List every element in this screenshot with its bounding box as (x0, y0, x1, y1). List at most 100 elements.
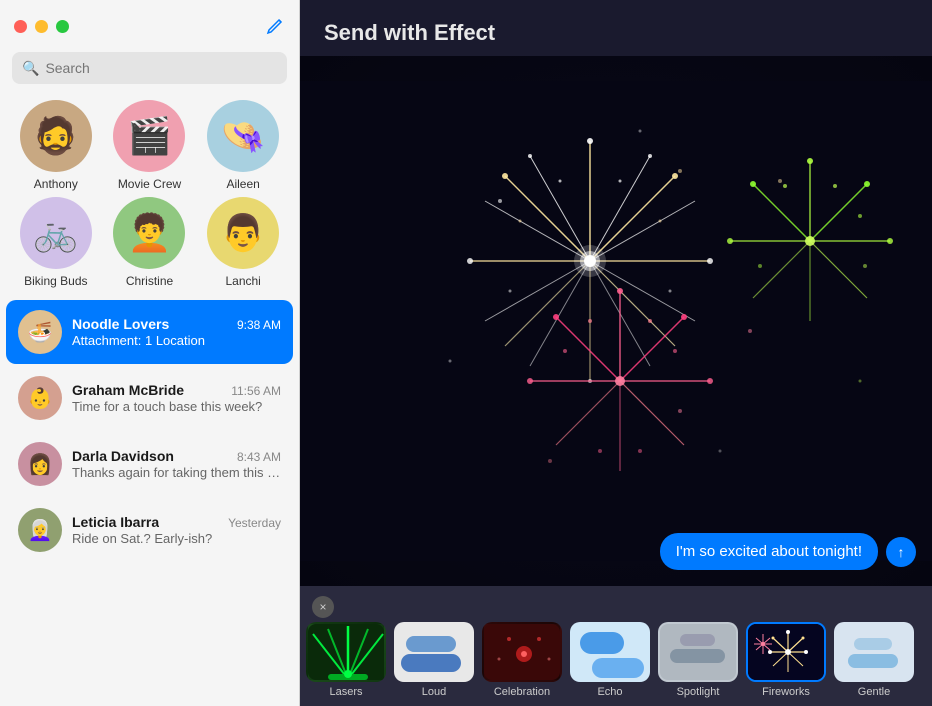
conv-header-noodle: Noodle Lovers 9:38 AM (72, 316, 281, 332)
effect-label-lasers: Lasers (329, 686, 362, 698)
effect-label-loud: Loud (422, 686, 446, 698)
pinned-contact-anthony[interactable]: 🧔 Anthony (12, 100, 100, 191)
avatar-christine: 🧑‍🦱 (113, 197, 185, 269)
effect-celebration[interactable]: Celebration (482, 622, 562, 698)
minimize-button[interactable] (35, 20, 48, 33)
close-button[interactable] (14, 20, 27, 33)
effect-label-echo: Echo (597, 686, 622, 698)
search-icon: 🔍 (22, 60, 39, 77)
lasers-graphic (308, 624, 386, 682)
avatar-biking-buds: 🚲 (20, 197, 92, 269)
effect-echo[interactable]: Echo (570, 622, 650, 698)
conv-name-darla: Darla Davidson (72, 448, 174, 464)
search-input[interactable] (45, 60, 277, 76)
fireworks-thumb-graphic (748, 624, 826, 682)
compose-icon (266, 17, 284, 35)
conv-details-leticia: Leticia Ibarra Yesterday Ride on Sat.? E… (72, 514, 281, 546)
conversation-graham[interactable]: 👶 Graham McBride 11:56 AM Time for a tou… (6, 366, 293, 430)
conv-header-darla: Darla Davidson 8:43 AM (72, 448, 281, 464)
effect-spotlight[interactable]: Spotlight (658, 622, 738, 698)
effect-fireworks[interactable]: Fireworks (746, 622, 826, 698)
compose-button[interactable] (265, 16, 285, 36)
search-bar[interactable]: 🔍 (12, 52, 287, 84)
effect-thumb-spotlight (658, 622, 738, 682)
conv-name-noodle: Noodle Lovers (72, 316, 169, 332)
avatar-lanchi: 👨 (207, 197, 279, 269)
fireworks-area: I'm so excited about tonight! ↑ (300, 56, 932, 586)
conv-details-darla: Darla Davidson 8:43 AM Thanks again for … (72, 448, 281, 481)
effect-label-spotlight: Spotlight (677, 686, 720, 698)
titlebar (0, 0, 299, 52)
conv-name-graham: Graham McBride (72, 382, 184, 398)
avatar-darla: 👩 (18, 442, 62, 486)
effect-thumb-fireworks (746, 622, 826, 682)
pinned-contact-aileen[interactable]: 👒 Aileen (199, 100, 287, 191)
contact-name-lanchi: Lanchi (225, 274, 260, 288)
main-content: Send with Effect (300, 0, 932, 706)
spotlight-graphic (660, 624, 738, 682)
pinned-contact-biking-buds[interactable]: 🚲 Biking Buds (12, 197, 100, 288)
main-header: Send with Effect (300, 0, 932, 56)
avatar-graham: 👶 (18, 376, 62, 420)
pinned-contact-movie-crew[interactable]: 🎬 Movie Crew (106, 100, 194, 191)
sidebar: 🔍 🧔 Anthony 🎬 Movie Crew 👒 Aileen 🚲 Biki… (0, 0, 300, 706)
effect-loud[interactable]: Loud (394, 622, 474, 698)
avatar-movie-crew: 🎬 (113, 100, 185, 172)
effect-thumb-loud (394, 622, 474, 682)
effect-label-gentle: Gentle (858, 686, 890, 698)
conv-preview-leticia: Ride on Sat.? Early-ish? (72, 531, 281, 546)
send-icon: ↑ (898, 544, 905, 560)
effect-label-celebration: Celebration (494, 686, 550, 698)
pinned-contacts: 🧔 Anthony 🎬 Movie Crew 👒 Aileen 🚲 Biking… (0, 94, 299, 300)
effect-thumb-gentle (834, 622, 914, 682)
avatar-noodle-lovers: 🍜 (18, 310, 62, 354)
effects-tray: × Lase (300, 586, 932, 706)
page-title: Send with Effect (324, 20, 908, 46)
effect-gentle[interactable]: Gentle (834, 622, 914, 698)
contact-name-aileen: Aileen (226, 177, 259, 191)
close-icon: × (319, 600, 326, 614)
conv-time-leticia: Yesterday (228, 516, 281, 530)
gentle-graphic (836, 624, 914, 682)
conv-time-darla: 8:43 AM (237, 450, 281, 464)
traffic-lights (14, 20, 69, 33)
loud-graphic (396, 624, 474, 682)
conv-header-graham: Graham McBride 11:56 AM (72, 382, 281, 398)
celebration-graphic (484, 624, 562, 682)
echo-graphic (572, 624, 650, 682)
message-bubble: I'm so excited about tonight! (660, 533, 878, 570)
contact-name-anthony: Anthony (34, 177, 78, 191)
maximize-button[interactable] (56, 20, 69, 33)
pinned-contact-lanchi[interactable]: 👨 Lanchi (199, 197, 287, 288)
effects-scroll[interactable]: Lasers Loud (306, 622, 926, 706)
conv-time-graham: 11:56 AM (231, 384, 281, 398)
conv-preview-graham: Time for a touch base this week? (72, 399, 281, 414)
fireworks-display (300, 56, 932, 586)
effect-lasers[interactable]: Lasers (306, 622, 386, 698)
conversation-darla[interactable]: 👩 Darla Davidson 8:43 AM Thanks again fo… (6, 432, 293, 496)
message-bubble-area: I'm so excited about tonight! ↑ (660, 533, 916, 570)
effect-thumb-lasers (306, 622, 386, 682)
send-button[interactable]: ↑ (886, 537, 916, 567)
conv-name-leticia: Leticia Ibarra (72, 514, 159, 530)
conv-preview-darla: Thanks again for taking them this weeken… (72, 465, 281, 481)
contact-name-movie-crew: Movie Crew (118, 177, 181, 191)
conv-details-graham: Graham McBride 11:56 AM Time for a touch… (72, 382, 281, 414)
close-effects-button[interactable]: × (312, 596, 334, 618)
close-btn-row: × (306, 596, 926, 622)
conv-time-noodle: 9:38 AM (237, 318, 281, 332)
conv-preview-noodle: Attachment: 1 Location (72, 333, 281, 348)
conversation-leticia[interactable]: 👩‍🦳 Leticia Ibarra Yesterday Ride on Sat… (6, 498, 293, 562)
effect-thumb-echo (570, 622, 650, 682)
conv-details-noodle: Noodle Lovers 9:38 AM Attachment: 1 Loca… (72, 316, 281, 348)
pinned-contact-christine[interactable]: 🧑‍🦱 Christine (106, 197, 194, 288)
contact-name-biking-buds: Biking Buds (24, 274, 87, 288)
conv-header-leticia: Leticia Ibarra Yesterday (72, 514, 281, 530)
avatar-aileen: 👒 (207, 100, 279, 172)
effect-thumb-celebration (482, 622, 562, 682)
conversation-noodle-lovers[interactable]: 🍜 Noodle Lovers 9:38 AM Attachment: 1 Lo… (6, 300, 293, 364)
effect-label-fireworks: Fireworks (762, 686, 810, 698)
contact-name-christine: Christine (126, 274, 173, 288)
avatar-leticia: 👩‍🦳 (18, 508, 62, 552)
avatar-anthony: 🧔 (20, 100, 92, 172)
